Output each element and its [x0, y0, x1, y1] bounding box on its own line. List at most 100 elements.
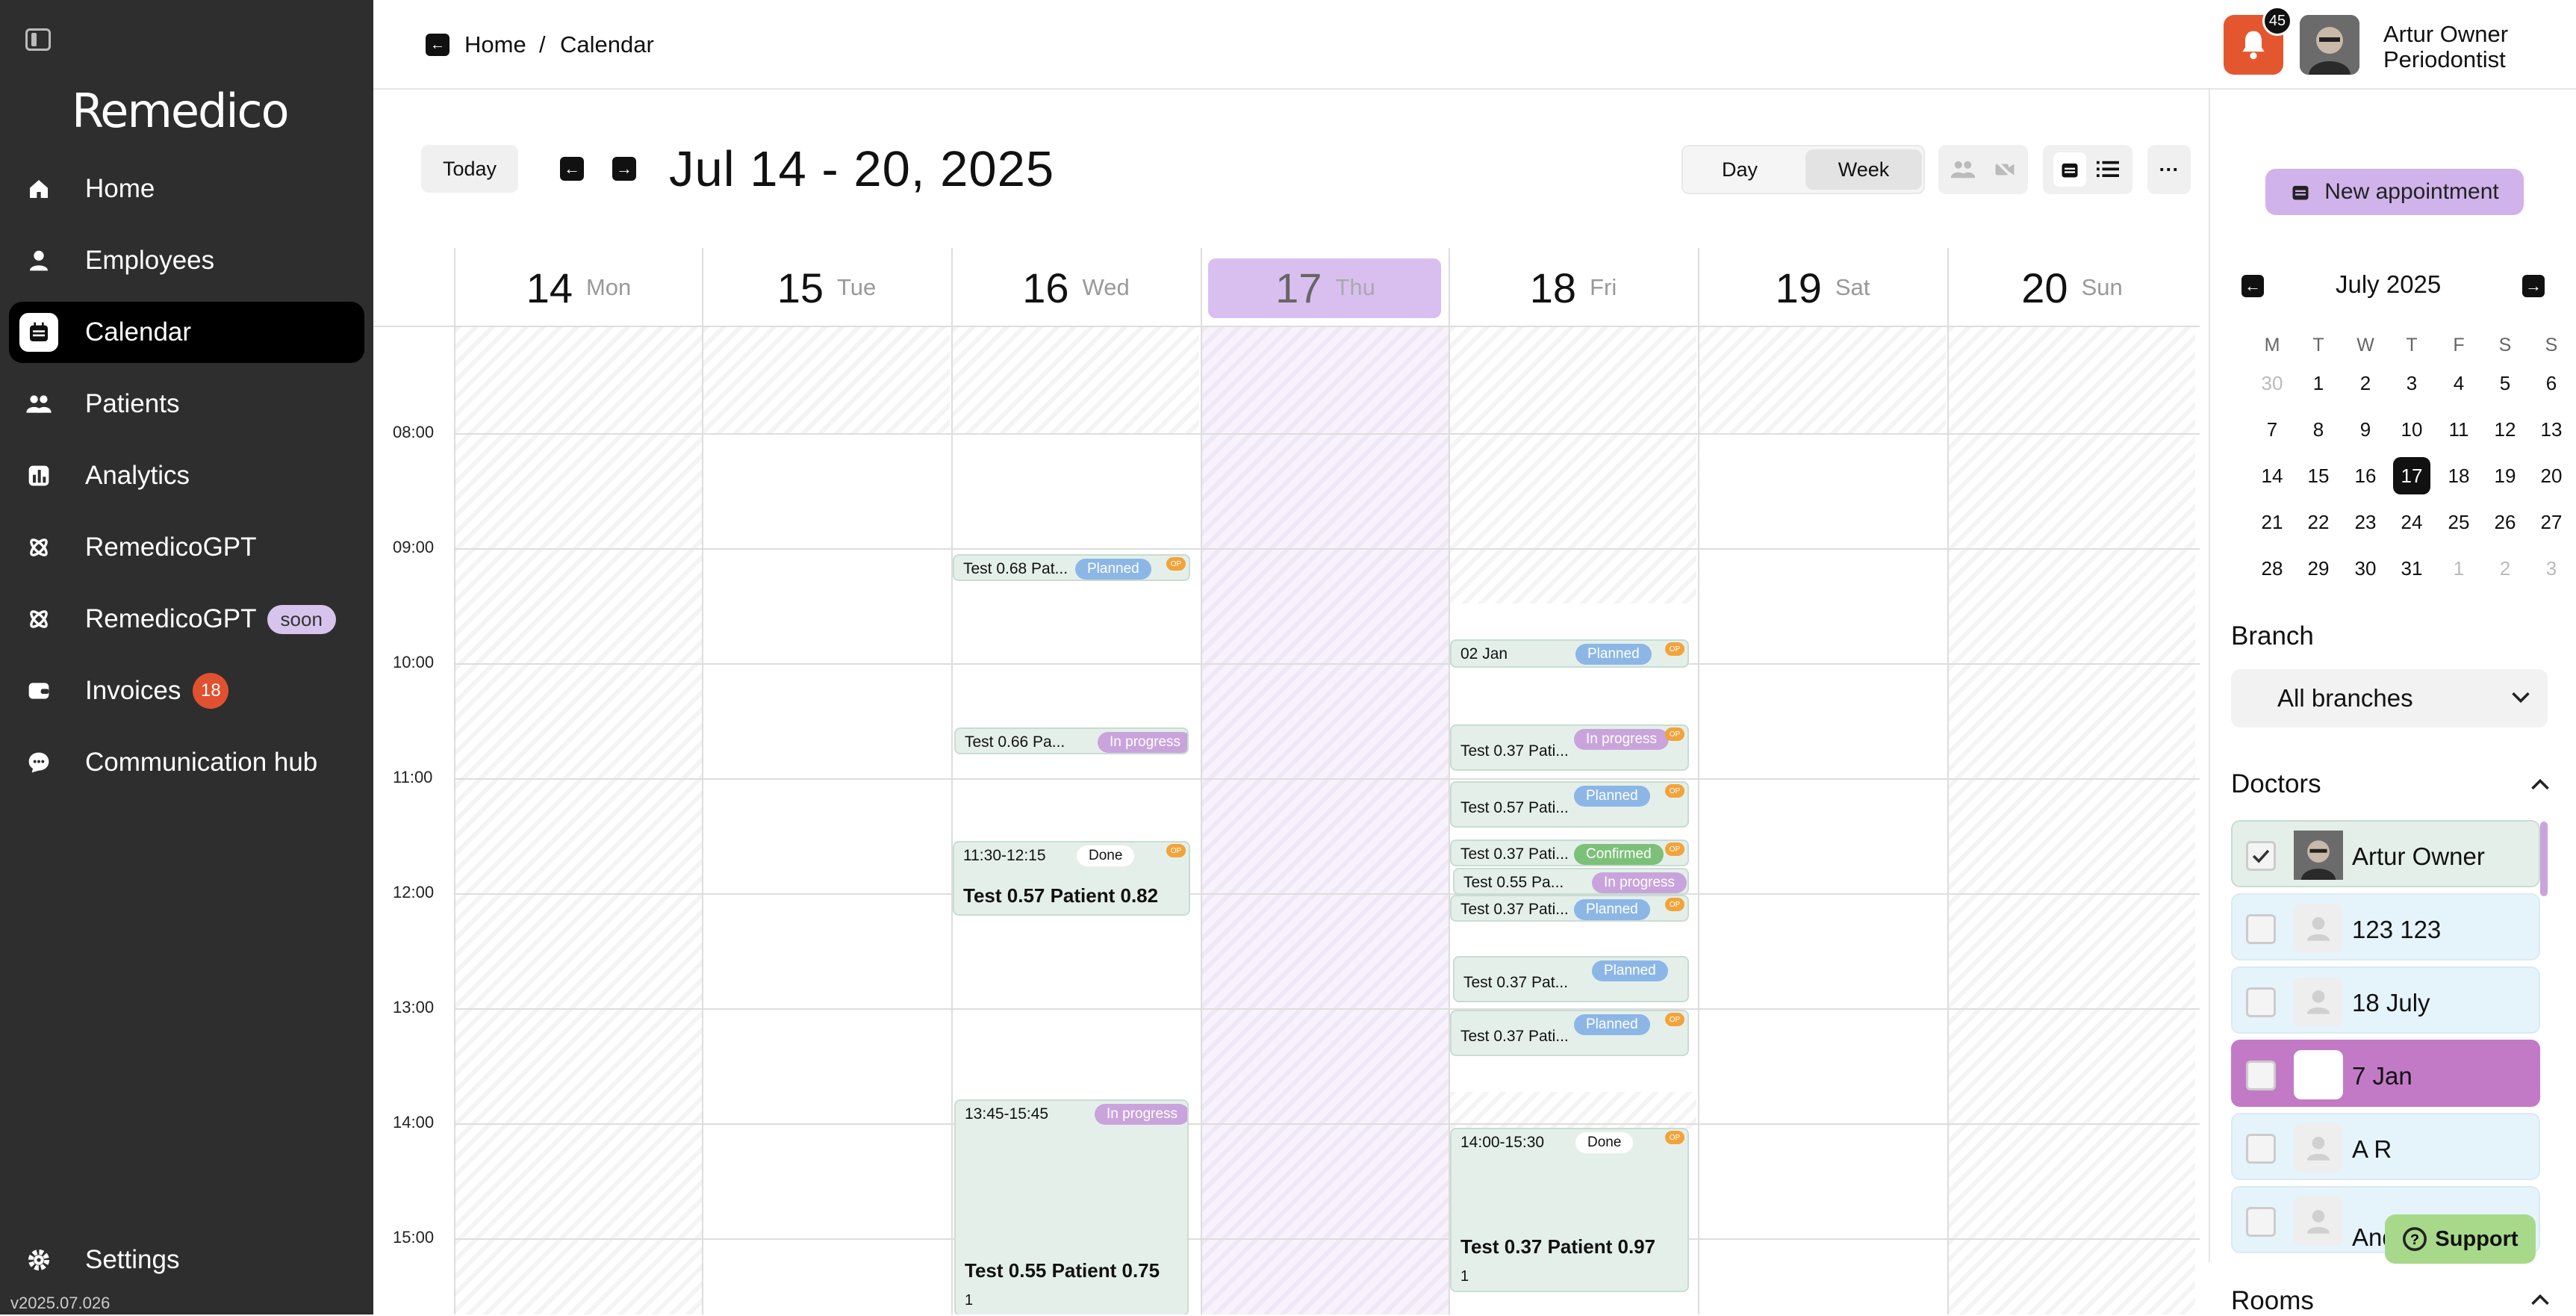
day-header[interactable]: 20 Sun [1947, 248, 2195, 327]
mini-calendar-day[interactable]: 13 [2533, 411, 2570, 448]
mini-calendar-day[interactable]: 16 [2347, 457, 2384, 494]
doctor-filter-item[interactable]: Artur Owner [2231, 820, 2540, 887]
mini-calendar-day[interactable]: 9 [2347, 411, 2384, 448]
mini-calendar-day[interactable]: 4 [2440, 364, 2477, 402]
sidebar-item-invoices[interactable]: Invoices 18 [9, 660, 364, 721]
mini-calendar-day[interactable]: 5 [2486, 364, 2524, 402]
mini-calendar-day[interactable]: 3 [2533, 550, 2570, 587]
next-month-arrow-icon[interactable]: → [2522, 275, 2545, 297]
more-button[interactable]: ··· [2147, 145, 2191, 194]
calendar-view-icon[interactable] [2053, 152, 2086, 187]
day-column[interactable] [1698, 327, 1946, 1315]
doctor-checkbox[interactable] [2246, 914, 2276, 944]
mini-calendar-day[interactable]: 20 [2533, 457, 2570, 494]
sidebar-item-employees[interactable]: Employees [9, 230, 364, 291]
appointment-card[interactable]: Test 0.68 Pat... Planned OP [953, 554, 1190, 581]
mini-calendar-day[interactable]: 2 [2347, 364, 2384, 402]
appointment-card[interactable]: Test 0.66 Pa... In progress [954, 727, 1189, 754]
mini-calendar-day[interactable]: 30 [2347, 550, 2384, 587]
user-avatar[interactable] [2300, 15, 2359, 75]
mini-calendar-day[interactable]: 8 [2300, 411, 2337, 448]
appointment-card[interactable]: Test 0.37 Pat... Planned [1453, 956, 1689, 1002]
mini-calendar-day[interactable]: 1 [2300, 364, 2337, 402]
day-header[interactable]: 17 Thu [1201, 248, 1449, 327]
day-column[interactable] [1947, 327, 2195, 1315]
day-header[interactable]: 18 Fri [1449, 248, 1696, 327]
sidebar-item-home[interactable]: Home [9, 158, 364, 220]
people-icon[interactable] [1949, 158, 1977, 181]
today-button[interactable]: Today [421, 145, 518, 193]
appointment-card[interactable]: Test 0.37 Pati... Planned OP [1450, 895, 1689, 922]
prev-month-arrow-icon[interactable]: ← [2241, 275, 2264, 297]
mini-calendar-day[interactable]: 3 [2393, 364, 2430, 402]
back-arrow-icon[interactable]: ← [426, 34, 449, 56]
mini-calendar-day[interactable]: 29 [2300, 550, 2337, 587]
mini-calendar-day[interactable]: 15 [2300, 457, 2337, 494]
mini-calendar-day[interactable]: 2 [2486, 550, 2524, 587]
view-day-tab[interactable]: Day [1722, 158, 1758, 181]
appointment-card[interactable]: Test 0.37 Pati... Planned OP [1450, 1010, 1689, 1056]
view-week-tab[interactable]: Week [1805, 149, 1922, 190]
doctor-filter-item[interactable]: 123 123 [2231, 893, 2540, 960]
appointment-card[interactable]: 02 Jan Planned OP [1450, 639, 1689, 668]
user-name[interactable]: Artur Owner [2383, 21, 2508, 48]
appointment-card[interactable]: Test 0.37 Pati... Confirmed OP [1450, 839, 1689, 866]
new-appointment-button[interactable]: New appointment [2265, 169, 2524, 215]
appointment-card[interactable]: 11:30-12:15 Done OP Test 0.57 Patient 0.82 [953, 841, 1190, 916]
sidebar-item-communication-hub[interactable]: Communication hub [9, 732, 364, 793]
mini-calendar-day[interactable]: 6 [2533, 364, 2570, 402]
mini-calendar-day[interactable]: 12 [2486, 411, 2524, 448]
mini-calendar-day[interactable]: 25 [2440, 503, 2477, 541]
sidebar-item-remedicogpt-soon[interactable]: RemedicoGPT soon [9, 589, 364, 650]
mini-calendar-day[interactable]: 1 [2440, 550, 2477, 587]
mini-calendar-day[interactable]: 17 [2393, 457, 2430, 494]
day-column[interactable] [454, 327, 702, 1315]
doctor-checkbox[interactable] [2246, 1061, 2276, 1090]
mini-calendar-day[interactable]: 28 [2253, 550, 2291, 587]
mini-calendar-day[interactable]: 19 [2486, 457, 2524, 494]
mini-calendar-day[interactable]: 26 [2486, 503, 2524, 541]
doctors-scrollbar[interactable] [2540, 822, 2548, 896]
day-header[interactable]: 19 Sat [1698, 248, 1946, 327]
next-week-arrow-icon[interactable]: → [612, 157, 636, 181]
support-button[interactable]: ? Support [2385, 1214, 2536, 1264]
mini-calendar-day[interactable]: 30 [2253, 364, 2291, 402]
doctor-checkbox[interactable] [2246, 1134, 2276, 1164]
mini-calendar-day[interactable]: 24 [2393, 503, 2430, 541]
day-column[interactable] [702, 327, 950, 1315]
sidebar-item-calendar[interactable]: Calendar [9, 302, 364, 363]
doctor-checkbox[interactable] [2246, 841, 2276, 871]
list-view-icon[interactable] [2097, 160, 2119, 179]
day-column[interactable] [1201, 327, 1449, 1315]
mini-calendar-day[interactable]: 22 [2300, 503, 2337, 541]
mini-calendar-day[interactable]: 14 [2253, 457, 2291, 494]
video-off-icon[interactable] [1992, 158, 2017, 181]
prev-week-arrow-icon[interactable]: ← [560, 157, 584, 181]
branch-select[interactable]: All branches [2231, 669, 2548, 727]
mini-calendar-day[interactable]: 7 [2253, 411, 2291, 448]
chevron-up-icon[interactable] [2530, 1292, 2551, 1307]
mini-calendar-day[interactable]: 23 [2347, 503, 2384, 541]
mini-calendar-day[interactable]: 27 [2533, 503, 2570, 541]
sidebar-toggle-icon[interactable] [25, 28, 51, 51]
appointment-card[interactable]: 13:45-15:45 In progress Test 0.55 Patient … [954, 1099, 1189, 1315]
mini-calendar-day[interactable]: 21 [2253, 503, 2291, 541]
day-header[interactable]: 16 Wed [951, 248, 1199, 327]
doctor-checkbox[interactable] [2246, 1207, 2276, 1237]
mini-calendar-day[interactable]: 18 [2440, 457, 2477, 494]
sidebar-item-remedicogpt[interactable]: RemedicoGPT [9, 517, 364, 578]
doctor-checkbox[interactable] [2246, 987, 2276, 1017]
doctor-filter-item[interactable]: A R [2231, 1113, 2540, 1180]
breadcrumb-home[interactable]: Home [464, 31, 526, 58]
chevron-up-icon[interactable] [2530, 777, 2551, 792]
mini-calendar-day[interactable]: 31 [2393, 550, 2430, 587]
sidebar-item-analytics[interactable]: Analytics [9, 445, 364, 506]
sidebar-item-patients[interactable]: Patients [9, 373, 364, 435]
appointment-card[interactable]: Test 0.55 Pa... In progress [1453, 868, 1689, 895]
mini-calendar-day[interactable]: 11 [2440, 411, 2477, 448]
sidebar-item-settings[interactable]: Settings [9, 1229, 364, 1291]
appointment-card[interactable]: Test 0.37 Pati... In progress OP [1450, 724, 1689, 771]
appointment-card[interactable]: 14:00-15:30 Done OP Test 0.37 Patient 0.97 1 [1450, 1128, 1689, 1292]
day-header[interactable]: 15 Tue [702, 248, 950, 327]
day-header[interactable]: 14 Mon [454, 248, 702, 327]
